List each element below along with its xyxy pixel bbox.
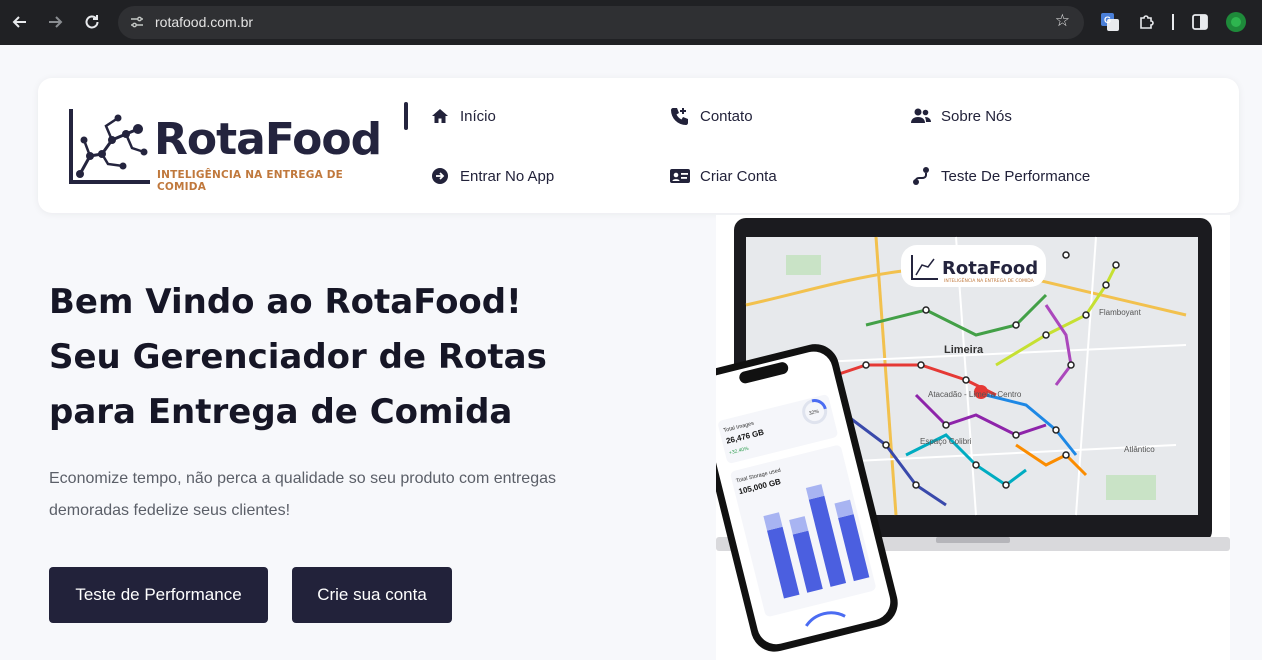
rotafood-logo[interactable]: RotaFood INTELIGÊNCIA NA ENTREGA DE COMI… — [68, 104, 388, 193]
map-label-espaco-colibri: Espaço Colibri — [920, 437, 972, 446]
hero-title-line: Bem Vindo ao RotaFood! — [49, 282, 522, 322]
site-header: RotaFood INTELIGÊNCIA NA ENTREGA DE COMI… — [38, 78, 1239, 213]
nav-label: Sobre Nós — [941, 107, 1012, 125]
hero-title-line: para Entrega de Comida — [49, 392, 513, 432]
map-label-limeira: Limeira — [944, 344, 984, 356]
nav-contato[interactable]: Contato — [670, 106, 753, 126]
nav-inicio[interactable]: Início — [430, 106, 496, 126]
nav-criar-conta[interactable]: Criar Conta — [670, 166, 777, 186]
nav-teste-de-performance[interactable]: Teste De Performance — [911, 166, 1090, 186]
map-logo-text: RotaFood — [942, 258, 1038, 279]
site-settings-icon[interactable] — [128, 14, 145, 31]
nav-sobre-nos[interactable]: Sobre Nós — [911, 106, 1012, 126]
route-icon — [911, 166, 931, 186]
toolbar-divider — [1172, 14, 1174, 30]
home-icon — [430, 106, 450, 126]
users-icon — [911, 106, 931, 126]
map-label-atlantico: Atlântico — [1124, 445, 1155, 454]
performance-test-button[interactable]: Teste de Performance — [49, 567, 268, 623]
map-label-flamboyant: Flamboyant — [1099, 308, 1142, 317]
svg-text:G: G — [1104, 15, 1111, 25]
page-content: RotaFood INTELIGÊNCIA NA ENTREGA DE COMI… — [0, 45, 1262, 660]
nav-label: Início — [460, 107, 496, 125]
address-bar[interactable]: rotafood.com.br ☆ — [118, 6, 1084, 39]
phone-icon — [670, 106, 690, 126]
translate-extension-icon[interactable]: G — [1100, 12, 1120, 32]
hero-title: Bem Vindo ao RotaFood! Seu Gerenciador d… — [49, 275, 669, 440]
brand-tagline: INTELIGÊNCIA NA ENTREGA DE COMIDA — [157, 169, 344, 193]
map-label-atacadao: Atacadão - Limeira Centro — [928, 390, 1022, 399]
side-panel-icon[interactable] — [1190, 12, 1210, 32]
hero-description: Economize tempo, não perca a qualidade s… — [49, 470, 556, 519]
brand-name: RotaFood — [154, 114, 382, 165]
extensions-puzzle-icon[interactable] — [1137, 12, 1157, 32]
bookmark-star-icon[interactable]: ☆ — [1055, 11, 1070, 31]
nav-label: Criar Conta — [700, 167, 777, 185]
logo-graph-icon — [69, 109, 150, 184]
arrow-back-icon[interactable] — [10, 12, 30, 32]
create-account-button[interactable]: Crie sua conta — [292, 567, 452, 623]
nav-label: Teste De Performance — [941, 167, 1091, 185]
url-text[interactable]: rotafood.com.br — [155, 14, 253, 30]
sign-in-icon — [430, 166, 450, 186]
profile-avatar-icon[interactable] — [1226, 12, 1246, 32]
hero-illustration: Limeira Flamboyant Atlântico Espaço Coli… — [692, 215, 1230, 660]
nav-label: Entrar No App — [460, 167, 555, 185]
id-card-icon — [670, 166, 690, 186]
hero-title-line: Seu Gerenciador de Rotas — [49, 337, 547, 377]
nav-label: Contato — [700, 107, 753, 125]
nav-active-indicator — [404, 102, 408, 130]
arrow-forward-icon[interactable] — [45, 12, 65, 32]
reload-icon[interactable] — [82, 12, 102, 32]
browser-toolbar: rotafood.com.br ☆ G — [0, 0, 1262, 45]
nav-entrar-no-app[interactable]: Entrar No App — [430, 166, 554, 186]
